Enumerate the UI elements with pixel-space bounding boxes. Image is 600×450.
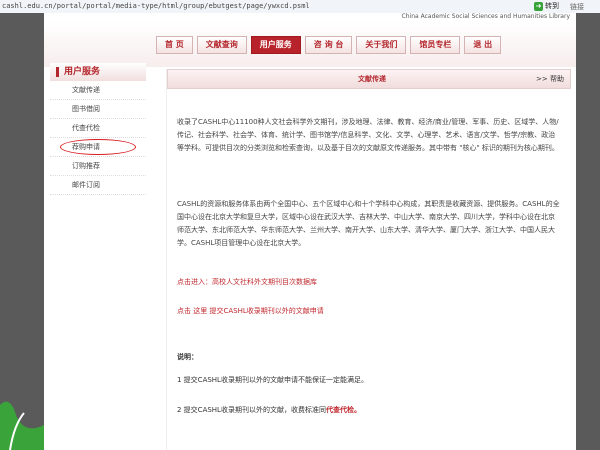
nav-librarian[interactable]: 馆员专栏 bbox=[410, 36, 461, 54]
nav-search[interactable]: 文献查询 bbox=[196, 36, 247, 54]
go-button[interactable]: ➜ 转到 bbox=[534, 0, 568, 12]
toc-database-link[interactable]: 点击进入：高校人文社科外文期刊目次数据库 bbox=[177, 277, 317, 287]
main-nav: 首 页 文献查询 用户服务 咨 询 台 关于我们 馆员专栏 退 出 bbox=[156, 36, 502, 54]
nav-about[interactable]: 关于我们 bbox=[356, 36, 407, 54]
right-margin-strip bbox=[576, 13, 600, 450]
left-margin-strip bbox=[0, 13, 44, 450]
sidebar-item-order-recommend[interactable]: 订购推荐 bbox=[50, 157, 146, 176]
nav-logout[interactable]: 退 出 bbox=[464, 36, 502, 54]
site-banner: China Academic Social Sciences and Human… bbox=[401, 13, 570, 20]
sidebar-item-purchase-request[interactable]: 荐购申请 bbox=[50, 138, 146, 157]
sidebar-item-document-delivery[interactable]: 文献传递 bbox=[50, 81, 146, 100]
note-1: 1 提交CASHL收录期刊以外的文献申请不能保证一定能满足。 bbox=[177, 376, 368, 384]
content-title: 文献传递 bbox=[358, 75, 386, 83]
help-link[interactable]: >> 帮助 bbox=[536, 74, 564, 84]
nav-home[interactable]: 首 页 bbox=[156, 36, 193, 54]
sidebar-item-proxy-search[interactable]: 代查代检 bbox=[50, 119, 146, 138]
note-2: 2 提交CASHL收录期刊以外的文献，收费标准同代查代检。 bbox=[177, 405, 361, 415]
intro-paragraph: 收录了CASHL中心11100种人文社会科学外文期刊，涉及地理、法律、教育、经济… bbox=[177, 118, 559, 152]
nav-help-desk[interactable]: 咨 询 台 bbox=[304, 36, 353, 54]
sidebar-item-book-loan[interactable]: 图书借阅 bbox=[50, 100, 146, 119]
note-2-emphasis-link[interactable]: 代查代检。 bbox=[326, 406, 361, 414]
sidebar-item-email-subscribe[interactable]: 邮件订阅 bbox=[50, 176, 146, 195]
content-header: 文献传递 >> 帮助 bbox=[167, 69, 571, 89]
site-page: China Academic Social Sciences and Human… bbox=[44, 13, 576, 450]
go-label: 转到 bbox=[545, 2, 559, 10]
structure-paragraph: CASHL的资源和服务体系由两个全国中心、五个区域中心和十个学科中心构成，其职责… bbox=[177, 200, 560, 247]
nav-user-services[interactable]: 用户服务 bbox=[250, 36, 301, 54]
sidebar: 用户服务 文献传递 图书借阅 代查代检 荐购申请 订购推荐 邮件订阅 bbox=[50, 63, 146, 443]
sidebar-title: 用户服务 bbox=[50, 63, 146, 81]
links-label[interactable]: 链接 bbox=[570, 2, 584, 12]
main-content: 文献传递 >> 帮助 收录了CASHL中心11100种人文社会科学外文期刊，涉及… bbox=[166, 69, 571, 450]
browser-address-bar: cashl.edu.cn/portal/portal/media-type/ht… bbox=[0, 0, 600, 14]
decorative-green-leaf-icon bbox=[0, 401, 44, 450]
address-input[interactable]: cashl.edu.cn/portal/portal/media-type/ht… bbox=[2, 2, 310, 10]
note-2-text: 2 提交CASHL收录期刊以外的文献，收费标准同 bbox=[177, 406, 326, 414]
go-arrow-icon: ➜ bbox=[534, 1, 543, 11]
submit-request-link[interactable]: 点击 这里 提交CASHL收录期刊以外的文献申请 bbox=[177, 306, 324, 316]
notes-title: 说明： bbox=[177, 353, 198, 361]
